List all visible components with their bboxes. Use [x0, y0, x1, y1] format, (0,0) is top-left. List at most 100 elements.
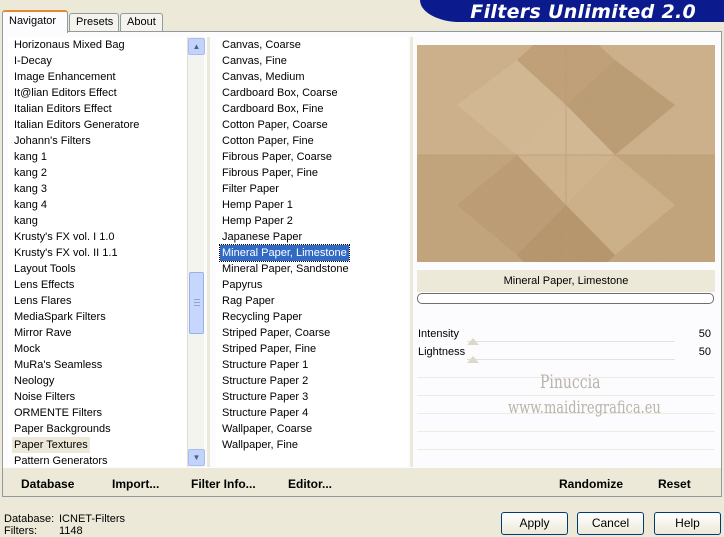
lightness-slider-row[interactable]: Lightness 50 [417, 344, 715, 363]
category-list-item[interactable]: It@lian Editors Effect [12, 85, 119, 101]
category-list-item[interactable]: Horizonaus Mixed Bag [12, 37, 127, 53]
tab-navigator[interactable]: Navigator [2, 10, 68, 33]
category-list-item[interactable]: Paper Textures [12, 437, 90, 453]
slider-separator [417, 431, 715, 432]
lightness-label: Lightness [418, 346, 466, 358]
filter-list-item[interactable]: Rag Paper [220, 293, 277, 309]
filter-list-item[interactable]: Hemp Paper 1 [220, 197, 295, 213]
category-list-item[interactable]: Paper Backgrounds [12, 421, 113, 437]
category-list-item[interactable]: Mock [12, 341, 42, 357]
category-list-item[interactable]: Layout Tools [12, 261, 78, 277]
filter-list-item[interactable]: Fibrous Paper, Coarse [220, 149, 334, 165]
editor-button[interactable]: Editor... [288, 477, 332, 491]
filter-list-item[interactable]: Canvas, Coarse [220, 37, 303, 53]
scroll-down-button[interactable]: ▼ [188, 449, 205, 466]
filter-list-item[interactable]: Striped Paper, Fine [220, 341, 318, 357]
database-label: Database: [4, 513, 55, 525]
filter-list-item[interactable]: Canvas, Medium [220, 69, 307, 85]
help-button[interactable]: Help [654, 512, 721, 535]
filter-list-item[interactable]: Hemp Paper 2 [220, 213, 295, 229]
category-list-item[interactable]: kang 2 [12, 165, 49, 181]
filter-list-item[interactable]: Structure Paper 3 [220, 389, 310, 405]
import-button[interactable]: Import... [112, 477, 159, 491]
filter-list-item[interactable]: Cotton Paper, Fine [220, 133, 316, 149]
filter-list-item[interactable]: Mineral Paper, Limestone [219, 244, 350, 262]
filter-list-item[interactable]: Wallpaper, Fine [220, 437, 300, 453]
intensity-label: Intensity [418, 328, 459, 340]
category-list-item[interactable]: kang [12, 213, 40, 229]
lightness-value: 50 [698, 346, 711, 358]
intensity-value: 50 [698, 328, 711, 340]
filter-list-item[interactable]: Structure Paper 2 [220, 373, 310, 389]
tab-presets[interactable]: Presets [69, 13, 119, 32]
app-title: Filters Unlimited 2.0 [470, 1, 696, 23]
watermark-url: www.maidiregrafica.eu [508, 398, 661, 419]
filter-list-item[interactable]: Papyrus [220, 277, 264, 293]
scroll-up-button[interactable]: ▲ [188, 38, 205, 55]
category-list-item[interactable]: MuRa's Seamless [12, 357, 104, 373]
filter-list-item[interactable]: Structure Paper 4 [220, 405, 310, 421]
category-list-item[interactable]: Image Enhancement [12, 69, 118, 85]
category-scrollbar[interactable]: ▲ ▼ [187, 37, 205, 467]
list-divider [207, 37, 210, 467]
category-list-item[interactable]: Johann's Filters [12, 133, 93, 149]
filter-list-item[interactable]: Structure Paper 1 [220, 357, 310, 373]
filter-list-item[interactable]: Fibrous Paper, Fine [220, 165, 320, 181]
preview-filter-name: Mineral Paper, Limestone [417, 270, 715, 292]
intensity-slider-row[interactable]: Intensity 50 [417, 326, 715, 345]
category-list-item[interactable]: Noise Filters [12, 389, 77, 405]
category-list-item[interactable]: Krusty's FX vol. I 1.0 [12, 229, 117, 245]
cancel-button[interactable]: Cancel [577, 512, 644, 535]
filter-preview [417, 45, 715, 262]
randomize-button[interactable]: Randomize [559, 477, 623, 491]
category-list-item[interactable]: Neology [12, 373, 56, 389]
category-list-item[interactable]: Italian Editors Effect [12, 101, 114, 117]
preview-divider [410, 37, 413, 467]
category-list[interactable]: Horizonaus Mixed Bag I-Decay Image Enhance… [8, 37, 205, 467]
database-value: ICNET-Filters [59, 513, 125, 525]
intensity-track[interactable] [467, 341, 675, 342]
lightness-track[interactable] [467, 359, 675, 360]
filter-list-item[interactable]: Cardboard Box, Fine [220, 101, 326, 117]
scroll-thumb[interactable] [189, 272, 204, 334]
filter-list-item[interactable]: Japanese Paper [220, 229, 304, 245]
category-list-item[interactable]: Italian Editors Generatore [12, 117, 141, 133]
filter-list-item[interactable]: Canvas, Fine [220, 53, 289, 69]
filter-info-button[interactable]: Filter Info... [191, 477, 256, 491]
tab-about[interactable]: About [120, 13, 163, 32]
category-list-item[interactable]: kang 4 [12, 197, 49, 213]
category-list-item[interactable]: Lens Flares [12, 293, 73, 309]
category-list-item[interactable]: kang 3 [12, 181, 49, 197]
chevron-down-icon: ▼ [192, 453, 201, 462]
apply-button[interactable]: Apply [501, 512, 568, 535]
slider-separator [417, 395, 715, 396]
category-list-item[interactable]: I-Decay [12, 53, 54, 69]
reset-button[interactable]: Reset [658, 477, 691, 491]
bottom-toolbar: Database Import... Filter Info... Editor… [3, 468, 721, 496]
filter-list-item[interactable]: Cardboard Box, Coarse [220, 85, 340, 101]
category-list-item[interactable]: Mirror Rave [12, 325, 73, 341]
filter-list-item[interactable]: Mineral Paper, Sandstone [220, 261, 351, 277]
category-list-item[interactable]: Pattern Generators [12, 453, 110, 469]
category-list-item[interactable]: MediaSpark Filters [12, 309, 108, 325]
category-list-item[interactable]: Lens Effects [12, 277, 76, 293]
filter-list-item[interactable]: Wallpaper, Coarse [220, 421, 314, 437]
filter-list[interactable]: Canvas, Coarse Canvas, Fine Canvas, Medium… [216, 37, 408, 467]
chevron-up-icon: ▲ [192, 42, 201, 51]
title-banner: Filters Unlimited 2.0 [420, 0, 724, 23]
category-list-item[interactable]: Krusty's FX vol. II 1.1 [12, 245, 120, 261]
filter-list-item[interactable]: Recycling Paper [220, 309, 304, 325]
database-button[interactable]: Database [21, 477, 74, 491]
filter-list-item[interactable]: Cotton Paper, Coarse [220, 117, 330, 133]
filter-list-item[interactable]: Striped Paper, Coarse [220, 325, 332, 341]
category-list-item[interactable]: kang 1 [12, 149, 49, 165]
progress-bar [417, 293, 714, 304]
slider-separator [417, 449, 715, 450]
watermark-name: Pinuccia [540, 372, 601, 394]
lightness-knob[interactable] [467, 356, 479, 363]
filter-list-item[interactable]: Filter Paper [220, 181, 281, 197]
preview-texture [417, 45, 715, 262]
slider-area: Intensity 50 Lightness 50 [417, 322, 715, 467]
filters-count: 1148 [59, 525, 83, 537]
category-list-item[interactable]: ORMENTE Filters [12, 405, 104, 421]
